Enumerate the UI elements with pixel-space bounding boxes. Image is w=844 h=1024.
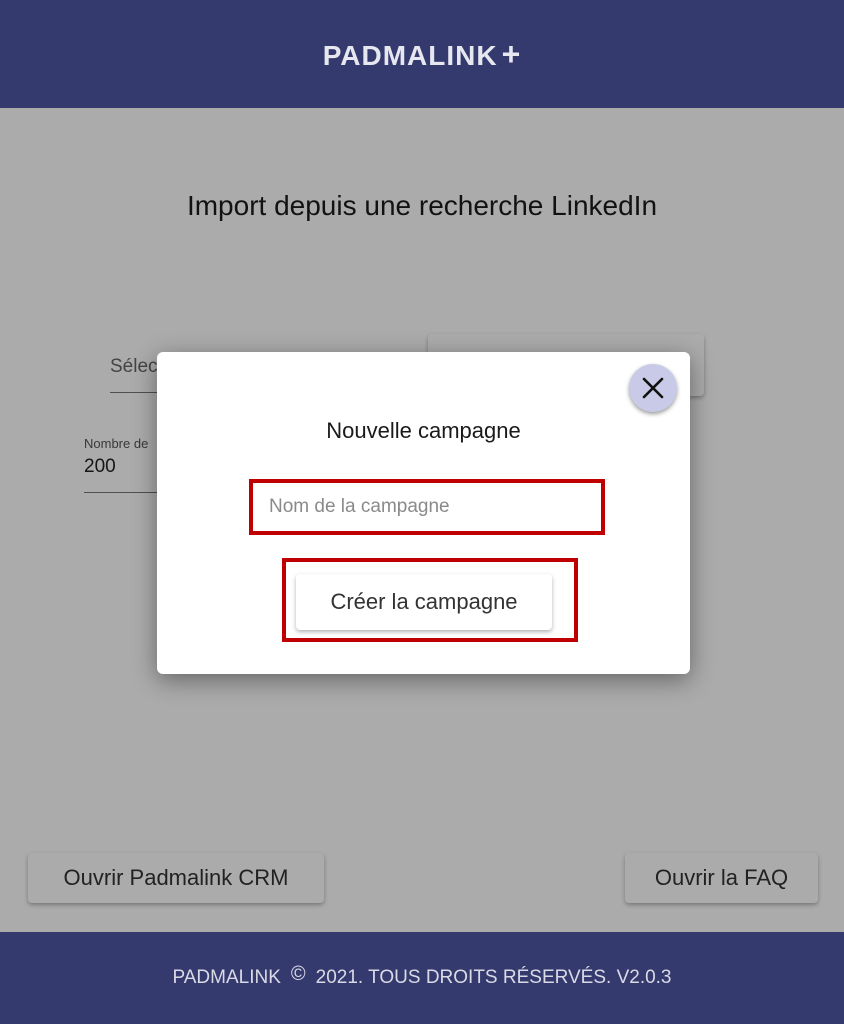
app-header: PADMALINK + xyxy=(0,0,844,108)
close-icon xyxy=(642,377,664,399)
dialog-title: Nouvelle campagne xyxy=(326,418,521,443)
campaign-name-highlight xyxy=(249,479,605,535)
close-button[interactable] xyxy=(629,364,677,412)
footer-brand: PADMALINK xyxy=(172,967,281,988)
new-campaign-dialog: Nouvelle campagne Créer la campagne xyxy=(157,352,690,674)
brand-plus: + xyxy=(501,35,522,72)
page: PADMALINK + Import depuis une recherche L… xyxy=(0,0,844,1024)
create-campaign-button[interactable]: Créer la campagne xyxy=(296,574,552,630)
campaign-name-input[interactable] xyxy=(257,487,597,527)
brand-name: PADMALINK xyxy=(322,39,498,71)
footer-text: 2021. TOUS DROITS RÉSERVÉS. V2.0.3 xyxy=(315,967,672,988)
app-footer: PADMALINK © 2021. TOUS DROITS RÉSERVÉS. … xyxy=(0,932,844,1024)
create-campaign-highlight: Créer la campagne xyxy=(282,558,578,642)
copyright-icon: © xyxy=(290,962,306,985)
brand-logo: PADMALINK + xyxy=(323,36,522,73)
